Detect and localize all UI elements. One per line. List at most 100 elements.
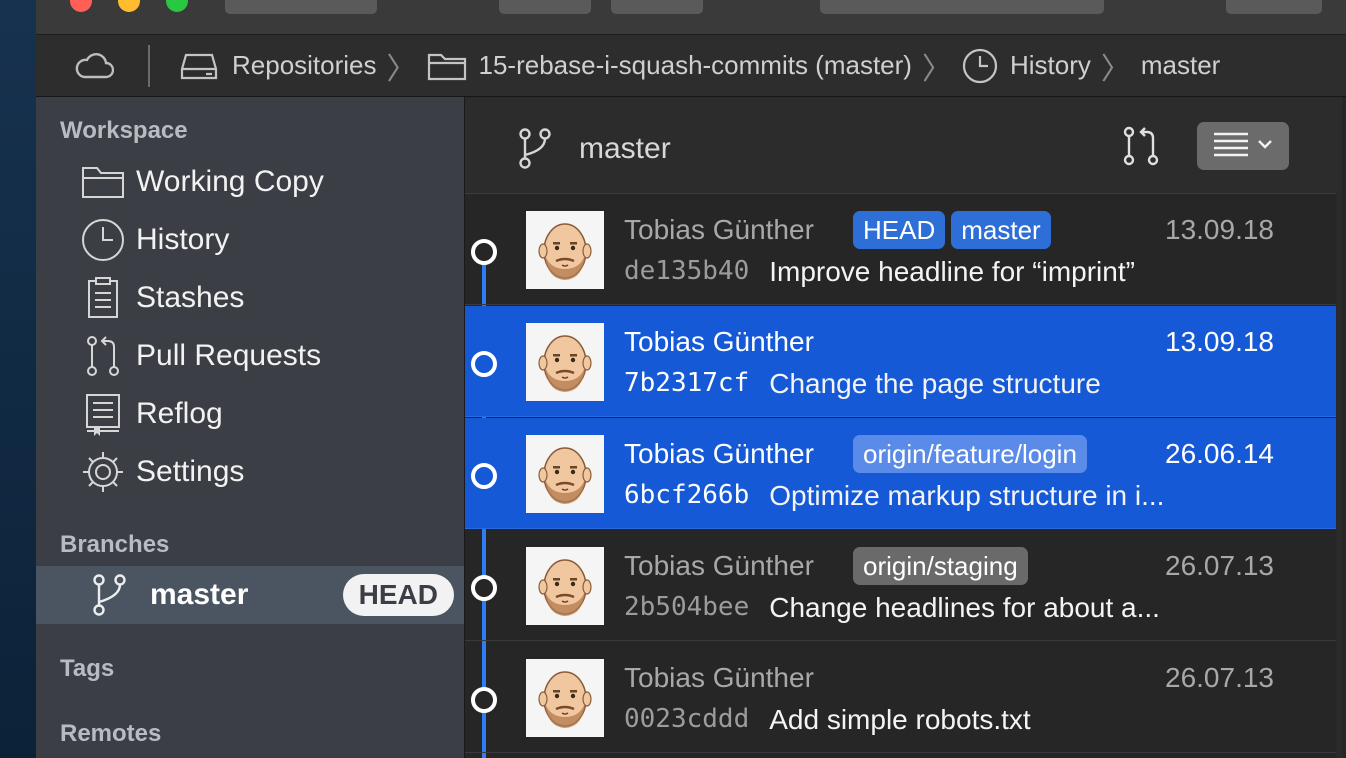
branch-badge: master: [951, 211, 1051, 249]
branch-badge: origin/feature/login: [853, 435, 1087, 473]
avatar: [526, 323, 604, 401]
commit-graph-node: [471, 351, 497, 377]
head-badge: HEAD: [342, 574, 454, 616]
view-options-button[interactable]: [1197, 122, 1289, 170]
sidebar-section-workspace[interactable]: Workspace: [60, 117, 188, 145]
commit-tags: HEAD master: [853, 211, 1051, 249]
history-branch-title: master: [517, 127, 671, 171]
folder-icon: [80, 164, 136, 200]
branch-badge: origin/staging: [853, 547, 1028, 585]
desktop-background: [0, 0, 36, 758]
breadcrumb-repo-label: 15-rebase-i-squash-commits (master): [478, 50, 912, 80]
minimize-window-button[interactable]: [118, 0, 140, 12]
breadcrumb-history[interactable]: History: [962, 48, 1091, 84]
commit-graph-node: [471, 239, 497, 265]
pathbar-divider: [148, 44, 150, 87]
sidebar-item-working-copy[interactable]: Working Copy: [80, 157, 460, 207]
branch-icon: [90, 572, 150, 618]
commit-hash: 0023cddd: [624, 704, 750, 734]
commit-subject: Optimize markup structure in i...: [769, 480, 1165, 511]
commit-row[interactable]: Tobias Günther origin/staging 26.07.13 2b50…: [465, 530, 1342, 641]
commit-author: Tobias Günther: [624, 438, 814, 469]
commit-row[interactable]: Tobias Günther 26.07.13 0023cddd Add simple…: [465, 642, 1342, 753]
chevron-down-icon: [1257, 137, 1273, 155]
drive-icon: [180, 51, 218, 81]
toolbar-button-3[interactable]: [1226, 0, 1322, 14]
sidebar-item-label: Stashes: [136, 281, 245, 314]
nav-back-forward-buttons[interactable]: [225, 0, 377, 14]
breadcrumb-branch[interactable]: master: [1141, 50, 1220, 81]
folder-icon: [427, 51, 467, 81]
commit-graph-node: [471, 463, 497, 489]
sidebar-section-tags[interactable]: Tags: [60, 655, 114, 683]
commit-author: Tobias Günther: [624, 550, 814, 581]
toolbar: [36, 0, 1346, 35]
sidebar: Workspace Working Copy History Stashes P…: [36, 97, 465, 758]
clock-icon: [80, 217, 136, 263]
commit-summary: 6bcf266b Optimize markup structure in i..…: [624, 480, 1164, 512]
commit-subject: Change the page structure: [769, 368, 1101, 399]
breadcrumb-history-label: History: [1009, 50, 1091, 80]
sidebar-section-branches[interactable]: Branches: [60, 531, 169, 559]
breadcrumb-repositories-label: Repositories: [232, 50, 377, 80]
history-header: master: [465, 97, 1342, 194]
commit-graph-node: [471, 575, 497, 601]
breadcrumb-repo[interactable]: 15-rebase-i-squash-commits (master): [427, 50, 912, 81]
app-window: Repositories 〉 15-rebase-i-squash-commit…: [36, 0, 1346, 758]
commit-hash: 2b504bee: [624, 592, 750, 622]
commit-date: 13.09.18: [1165, 214, 1274, 245]
avatar: [526, 211, 604, 289]
sidebar-item-label: Reflog: [136, 397, 223, 430]
commit-summary: 2b504bee Change headlines for about a...: [624, 592, 1160, 624]
sidebar-item-history[interactable]: History: [80, 215, 460, 265]
commit-tags: origin/feature/login: [853, 435, 1087, 473]
avatar: [526, 547, 604, 625]
sidebar-section-remotes[interactable]: Remotes: [60, 720, 161, 748]
toolbar-button-group[interactable]: [820, 0, 1104, 14]
commit-summary: 7b2317cf Change the page structure: [624, 368, 1101, 400]
sidebar-item-pull-requests[interactable]: Pull Requests: [80, 331, 460, 381]
book-icon: [80, 391, 136, 437]
commit-date: 26.07.13: [1165, 550, 1274, 581]
sidebar-item-reflog[interactable]: Reflog: [80, 389, 460, 439]
commit-row[interactable]: Tobias Günther 13.09.18 7b2317cf Change the…: [465, 306, 1342, 417]
sidebar-item-label: History: [136, 223, 230, 256]
sidebar-item-stashes[interactable]: Stashes: [80, 273, 460, 323]
sidebar-item-settings[interactable]: Settings: [80, 447, 460, 497]
cloud-icon[interactable]: [74, 52, 114, 80]
commit-row[interactable]: Tobias Günther origin/feature/login 26.06.…: [465, 418, 1342, 529]
branch-icon: [517, 127, 553, 171]
toolbar-button-2[interactable]: [611, 0, 703, 14]
commit-subject: Add simple robots.txt: [769, 704, 1031, 735]
commit-summary: 0023cddd Add simple robots.txt: [624, 704, 1031, 736]
commit-date: 26.07.13: [1165, 662, 1274, 693]
commit-subject: Change headlines for about a...: [769, 592, 1160, 623]
commit-summary: de135b40 Improve headline for “imprint”: [624, 256, 1135, 288]
sidebar-branch-master[interactable]: master HEAD: [36, 566, 464, 624]
chevron-right-icon: 〉: [921, 52, 952, 86]
commit-author: Tobias Günther: [624, 662, 814, 693]
sidebar-item-label: Settings: [136, 455, 245, 488]
commit-subject: Improve headline for “imprint”: [769, 256, 1135, 287]
toolbar-button-1[interactable]: [499, 0, 591, 14]
sidebar-branch-label: master: [150, 578, 249, 611]
head-badge: HEAD: [853, 211, 946, 249]
history-branch-name: master: [579, 132, 671, 165]
pull-request-icon[interactable]: [1121, 125, 1161, 172]
commit-date: 26.06.14: [1165, 438, 1274, 469]
commit-graph-node: [471, 687, 497, 713]
chevron-right-icon: 〉: [1100, 52, 1131, 86]
commit-hash: 7b2317cf: [624, 368, 750, 398]
close-window-button[interactable]: [70, 0, 92, 12]
pull-request-icon: [80, 333, 136, 379]
breadcrumb-repositories[interactable]: Repositories: [180, 50, 377, 81]
commit-author: Tobias Günther: [624, 214, 814, 245]
list-icon: [1213, 131, 1249, 162]
sidebar-item-label: Working Copy: [136, 165, 324, 198]
commit-date: 13.09.18: [1165, 326, 1274, 357]
scrollbar[interactable]: [1336, 193, 1342, 758]
clock-icon: [962, 48, 998, 84]
zoom-window-button[interactable]: [166, 0, 188, 12]
commit-row[interactable]: Tobias Günther HEAD master 13.09.18 de135b40…: [465, 194, 1342, 305]
avatar: [526, 659, 604, 737]
